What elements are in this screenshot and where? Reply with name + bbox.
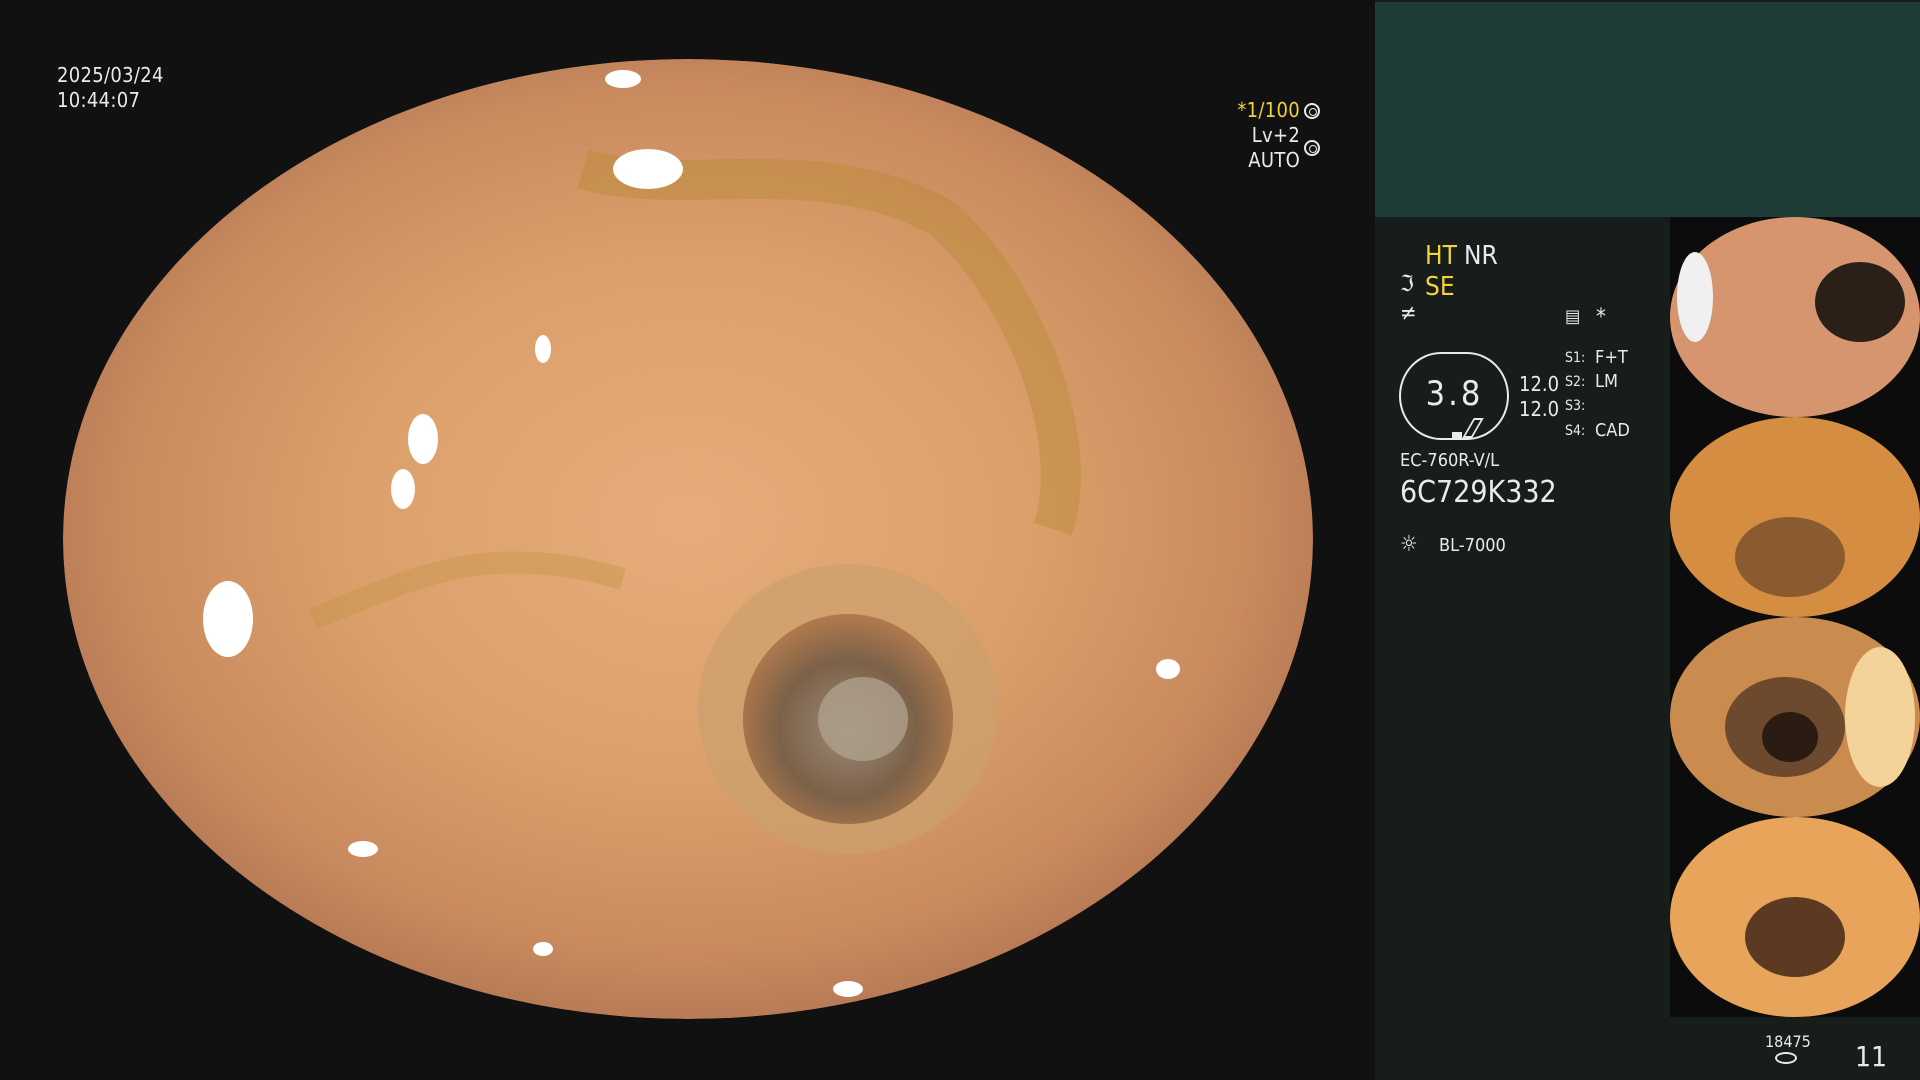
endoscopic-image (63, 59, 1313, 1019)
asterisk-icon: * (1596, 305, 1606, 330)
thumbnail-strip (1670, 217, 1920, 1017)
timestamp: 2025/03/24 10:44:07 (57, 63, 164, 113)
panel-header-block (1375, 2, 1920, 217)
s4-value: CAD (1595, 420, 1630, 441)
shutter-speed: *1/100 (1237, 98, 1300, 122)
ring-marker (1452, 432, 1462, 439)
storage-count: 18475 (1765, 1032, 1811, 1051)
thumbnail-1[interactable] (1670, 217, 1920, 417)
s4-label: S4: (1565, 423, 1586, 439)
value-a: 12.0 (1519, 372, 1560, 396)
light-icon: ☼ (1400, 532, 1418, 557)
shutter-icon (1304, 102, 1320, 119)
memo-icon: ▤ (1565, 306, 1581, 327)
exam-date: 2025/03/24 (57, 63, 164, 87)
s1-label: S1: (1565, 350, 1586, 366)
exposure-info: *1/100 Lv+2 AUTO (1195, 98, 1320, 173)
s1-value: F+T (1595, 347, 1628, 368)
mode-nr: NR (1464, 241, 1498, 271)
thumbnail-3[interactable] (1670, 617, 1920, 817)
endoscope-live-view: 2025/03/24 10:44:07 *1/100 Lv+2 AUTO (0, 0, 1375, 1080)
ring-value: 3.8 (1425, 374, 1484, 414)
s2-label: S2: (1565, 374, 1586, 390)
exam-time: 10:44:07 (57, 88, 141, 112)
brightness-level: Lv+2 AUTO (1248, 123, 1301, 172)
auto-icon (1304, 140, 1320, 156)
disk-icon (1775, 1052, 1797, 1064)
thumbnail-2[interactable] (1670, 417, 1920, 617)
thumbnail-4[interactable] (1670, 817, 1920, 1017)
scope-serial: 6C729K332 (1400, 475, 1557, 510)
image-count: 11 (1855, 1040, 1888, 1073)
s2-value: LM (1595, 371, 1618, 392)
light-source: BL-7000 (1439, 535, 1506, 556)
scope-model: EC-760R-V/L (1400, 450, 1500, 471)
enhance-icon: ≠ (1400, 301, 1417, 326)
s3-label: S3: (1565, 398, 1586, 414)
mode-se: SE (1425, 272, 1455, 302)
settings-area: HT NR ℑ SE ≠ ▤ * 12.0 12.0 S1: F+T S2: L… (1375, 217, 1670, 1080)
scope-icon: ℑ (1400, 272, 1414, 297)
value-b: 12.0 (1519, 397, 1560, 421)
info-panel: HT NR ℑ SE ≠ ▤ * 12.0 12.0 S1: F+T S2: L… (1375, 0, 1920, 1080)
mode-ht: HT (1425, 241, 1457, 271)
